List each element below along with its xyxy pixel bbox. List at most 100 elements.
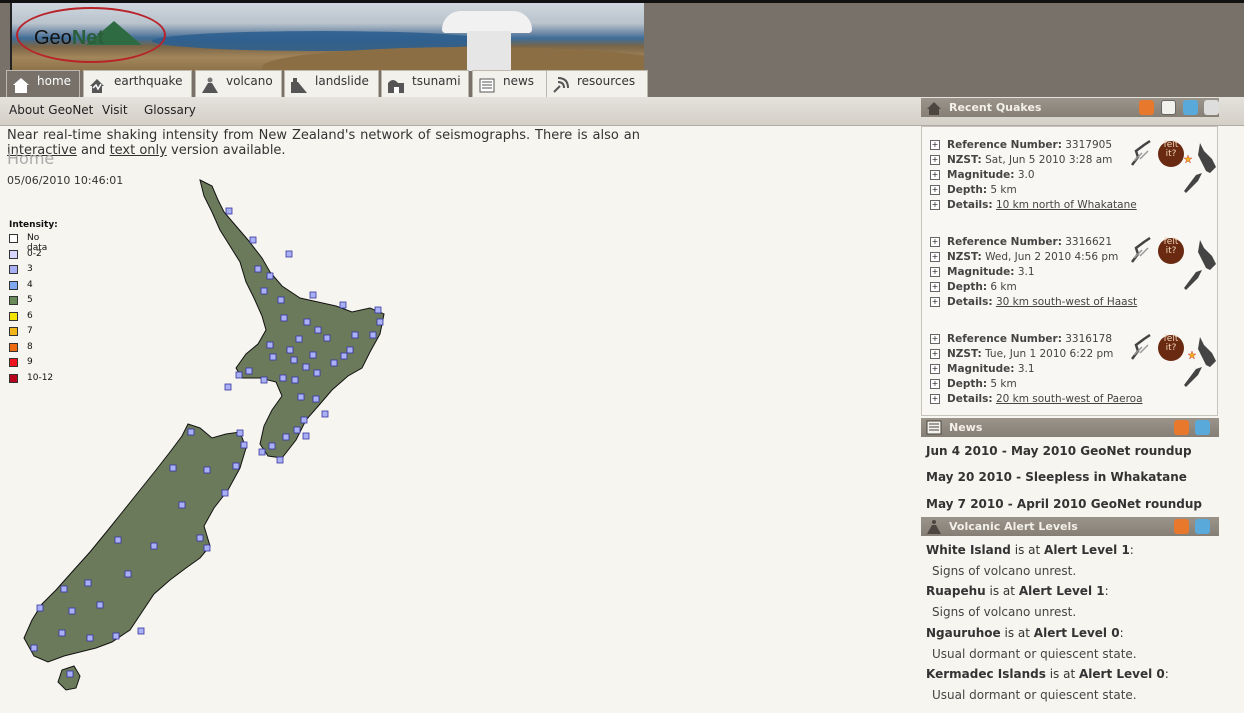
seismograph-station-marker[interactable] — [340, 352, 348, 360]
seismograph-station-marker[interactable] — [351, 331, 359, 339]
seismograph-icon[interactable] — [1128, 333, 1154, 363]
seismograph-station-marker[interactable] — [187, 428, 195, 436]
seismograph-station-marker[interactable] — [282, 433, 290, 441]
seismograph-station-marker[interactable] — [269, 353, 277, 361]
seismograph-station-marker[interactable] — [114, 536, 122, 544]
mobile-icon[interactable] — [1161, 100, 1176, 115]
expand-icon[interactable]: + — [930, 364, 940, 374]
seismograph-station-marker[interactable] — [314, 326, 322, 334]
expand-icon[interactable]: + — [930, 297, 940, 307]
expand-icon[interactable]: + — [930, 334, 940, 344]
geonet-logo[interactable]: GeoNet — [16, 7, 166, 63]
seismograph-station-marker[interactable] — [309, 291, 317, 299]
seismograph-station-marker[interactable] — [260, 376, 268, 384]
seismograph-station-marker[interactable] — [86, 634, 94, 642]
seismograph-station-marker[interactable] — [221, 489, 229, 497]
seismograph-station-marker[interactable] — [303, 318, 311, 326]
quake-location-map-icon[interactable] — [1182, 335, 1220, 391]
felt-it-icon[interactable]: felt it? — [1158, 238, 1184, 264]
volcanic-twitter-icon[interactable] — [1195, 519, 1210, 534]
seismograph-station-marker[interactable] — [254, 265, 262, 273]
seismograph-station-marker[interactable] — [137, 627, 145, 635]
seismograph-station-marker[interactable] — [295, 335, 303, 343]
seismograph-station-marker[interactable] — [96, 601, 104, 609]
seismograph-station-marker[interactable] — [285, 250, 293, 258]
seismograph-station-marker[interactable] — [203, 544, 211, 552]
expand-icon[interactable]: + — [930, 379, 940, 389]
seismograph-station-marker[interactable] — [124, 570, 132, 578]
seismograph-station-marker[interactable] — [300, 416, 308, 424]
seismograph-station-marker[interactable] — [374, 306, 382, 314]
seismograph-station-marker[interactable] — [150, 542, 158, 550]
tab-volcano[interactable]: volcano — [195, 70, 282, 97]
expand-icon[interactable]: + — [930, 155, 940, 165]
seismograph-station-marker[interactable] — [68, 607, 76, 615]
tab-landslide[interactable]: landslide — [284, 70, 379, 97]
quake-details-link[interactable]: 10 km north of Whakatane — [996, 199, 1137, 211]
seismograph-station-marker[interactable] — [279, 374, 287, 382]
seismograph-station-marker[interactable] — [203, 466, 211, 474]
subnav-visit[interactable]: Visit — [102, 103, 128, 117]
seismograph-station-marker[interactable] — [309, 351, 317, 359]
expand-icon[interactable]: + — [930, 170, 940, 180]
seismograph-station-marker[interactable] — [286, 346, 294, 354]
seismograph-station-marker[interactable] — [293, 426, 301, 434]
news-rss-icon[interactable] — [1174, 420, 1189, 435]
seismograph-station-marker[interactable] — [66, 670, 74, 678]
seismograph-station-marker[interactable] — [60, 585, 68, 593]
tab-news[interactable]: news — [472, 70, 548, 97]
seismograph-station-marker[interactable] — [112, 632, 120, 640]
seismograph-station-marker[interactable] — [312, 395, 320, 403]
news-item[interactable]: May 20 2010 - Sleepless in Whakatane — [926, 470, 1187, 484]
subnav-about-geonet[interactable]: About GeoNet — [9, 103, 93, 117]
seismograph-station-marker[interactable] — [323, 334, 331, 342]
expand-icon[interactable]: + — [930, 252, 940, 262]
tab-tsunami[interactable]: tsunami — [381, 70, 469, 97]
seismograph-station-marker[interactable] — [249, 236, 257, 244]
twitter-icon[interactable] — [1183, 100, 1198, 115]
seismograph-station-marker[interactable] — [84, 579, 92, 587]
seismograph-station-marker[interactable] — [277, 296, 285, 304]
seismograph-station-marker[interactable] — [178, 501, 186, 509]
quake-details-link[interactable]: 20 km south-west of Paeroa — [996, 393, 1143, 405]
tab-home[interactable]: home — [6, 70, 80, 97]
seismograph-station-marker[interactable] — [266, 272, 274, 280]
news-item[interactable]: Jun 4 2010 - May 2010 GeoNet roundup — [926, 444, 1192, 458]
seismograph-station-marker[interactable] — [225, 207, 233, 215]
seismograph-station-marker[interactable] — [266, 341, 274, 349]
seismograph-icon[interactable] — [1128, 236, 1154, 266]
seismograph-station-marker[interactable] — [240, 441, 248, 449]
seismograph-station-marker[interactable] — [245, 367, 253, 375]
expand-icon[interactable]: + — [930, 200, 940, 210]
seismograph-station-marker[interactable] — [235, 371, 243, 379]
seismograph-station-marker[interactable] — [346, 346, 354, 354]
expand-icon[interactable]: + — [930, 349, 940, 359]
tab-earthquake[interactable]: earthquake — [83, 70, 192, 97]
seismograph-station-marker[interactable] — [30, 644, 38, 652]
seismograph-station-marker[interactable] — [58, 629, 66, 637]
expand-icon[interactable]: + — [930, 237, 940, 247]
seismograph-station-marker[interactable] — [196, 534, 204, 542]
new-zealand-intensity-map[interactable] — [0, 176, 400, 696]
quake-location-map-icon[interactable] — [1182, 141, 1220, 197]
volcanic-rss-icon[interactable] — [1174, 519, 1189, 534]
expand-icon[interactable]: + — [930, 140, 940, 150]
news-item[interactable]: May 7 2010 - April 2010 GeoNet roundup — [926, 497, 1202, 511]
seismograph-station-marker[interactable] — [258, 448, 266, 456]
seismograph-station-marker[interactable] — [232, 462, 240, 470]
seismograph-station-marker[interactable] — [330, 359, 338, 367]
seismograph-station-marker[interactable] — [169, 464, 177, 472]
expand-icon[interactable]: + — [930, 185, 940, 195]
seismograph-station-marker[interactable] — [297, 393, 305, 401]
seismograph-station-marker[interactable] — [313, 369, 321, 377]
expand-icon[interactable]: + — [930, 282, 940, 292]
seismograph-station-marker[interactable] — [376, 318, 384, 326]
seismograph-station-marker[interactable] — [291, 376, 299, 384]
quake-location-map-icon[interactable] — [1182, 238, 1220, 294]
seismograph-station-marker[interactable] — [369, 331, 377, 339]
felt-it-icon[interactable]: felt it? — [1158, 141, 1184, 167]
text-only-link[interactable]: text only — [110, 143, 167, 158]
subnav-glossary[interactable]: Glossary — [144, 103, 196, 117]
expand-icon[interactable]: + — [930, 267, 940, 277]
news-twitter-icon[interactable] — [1195, 420, 1210, 435]
